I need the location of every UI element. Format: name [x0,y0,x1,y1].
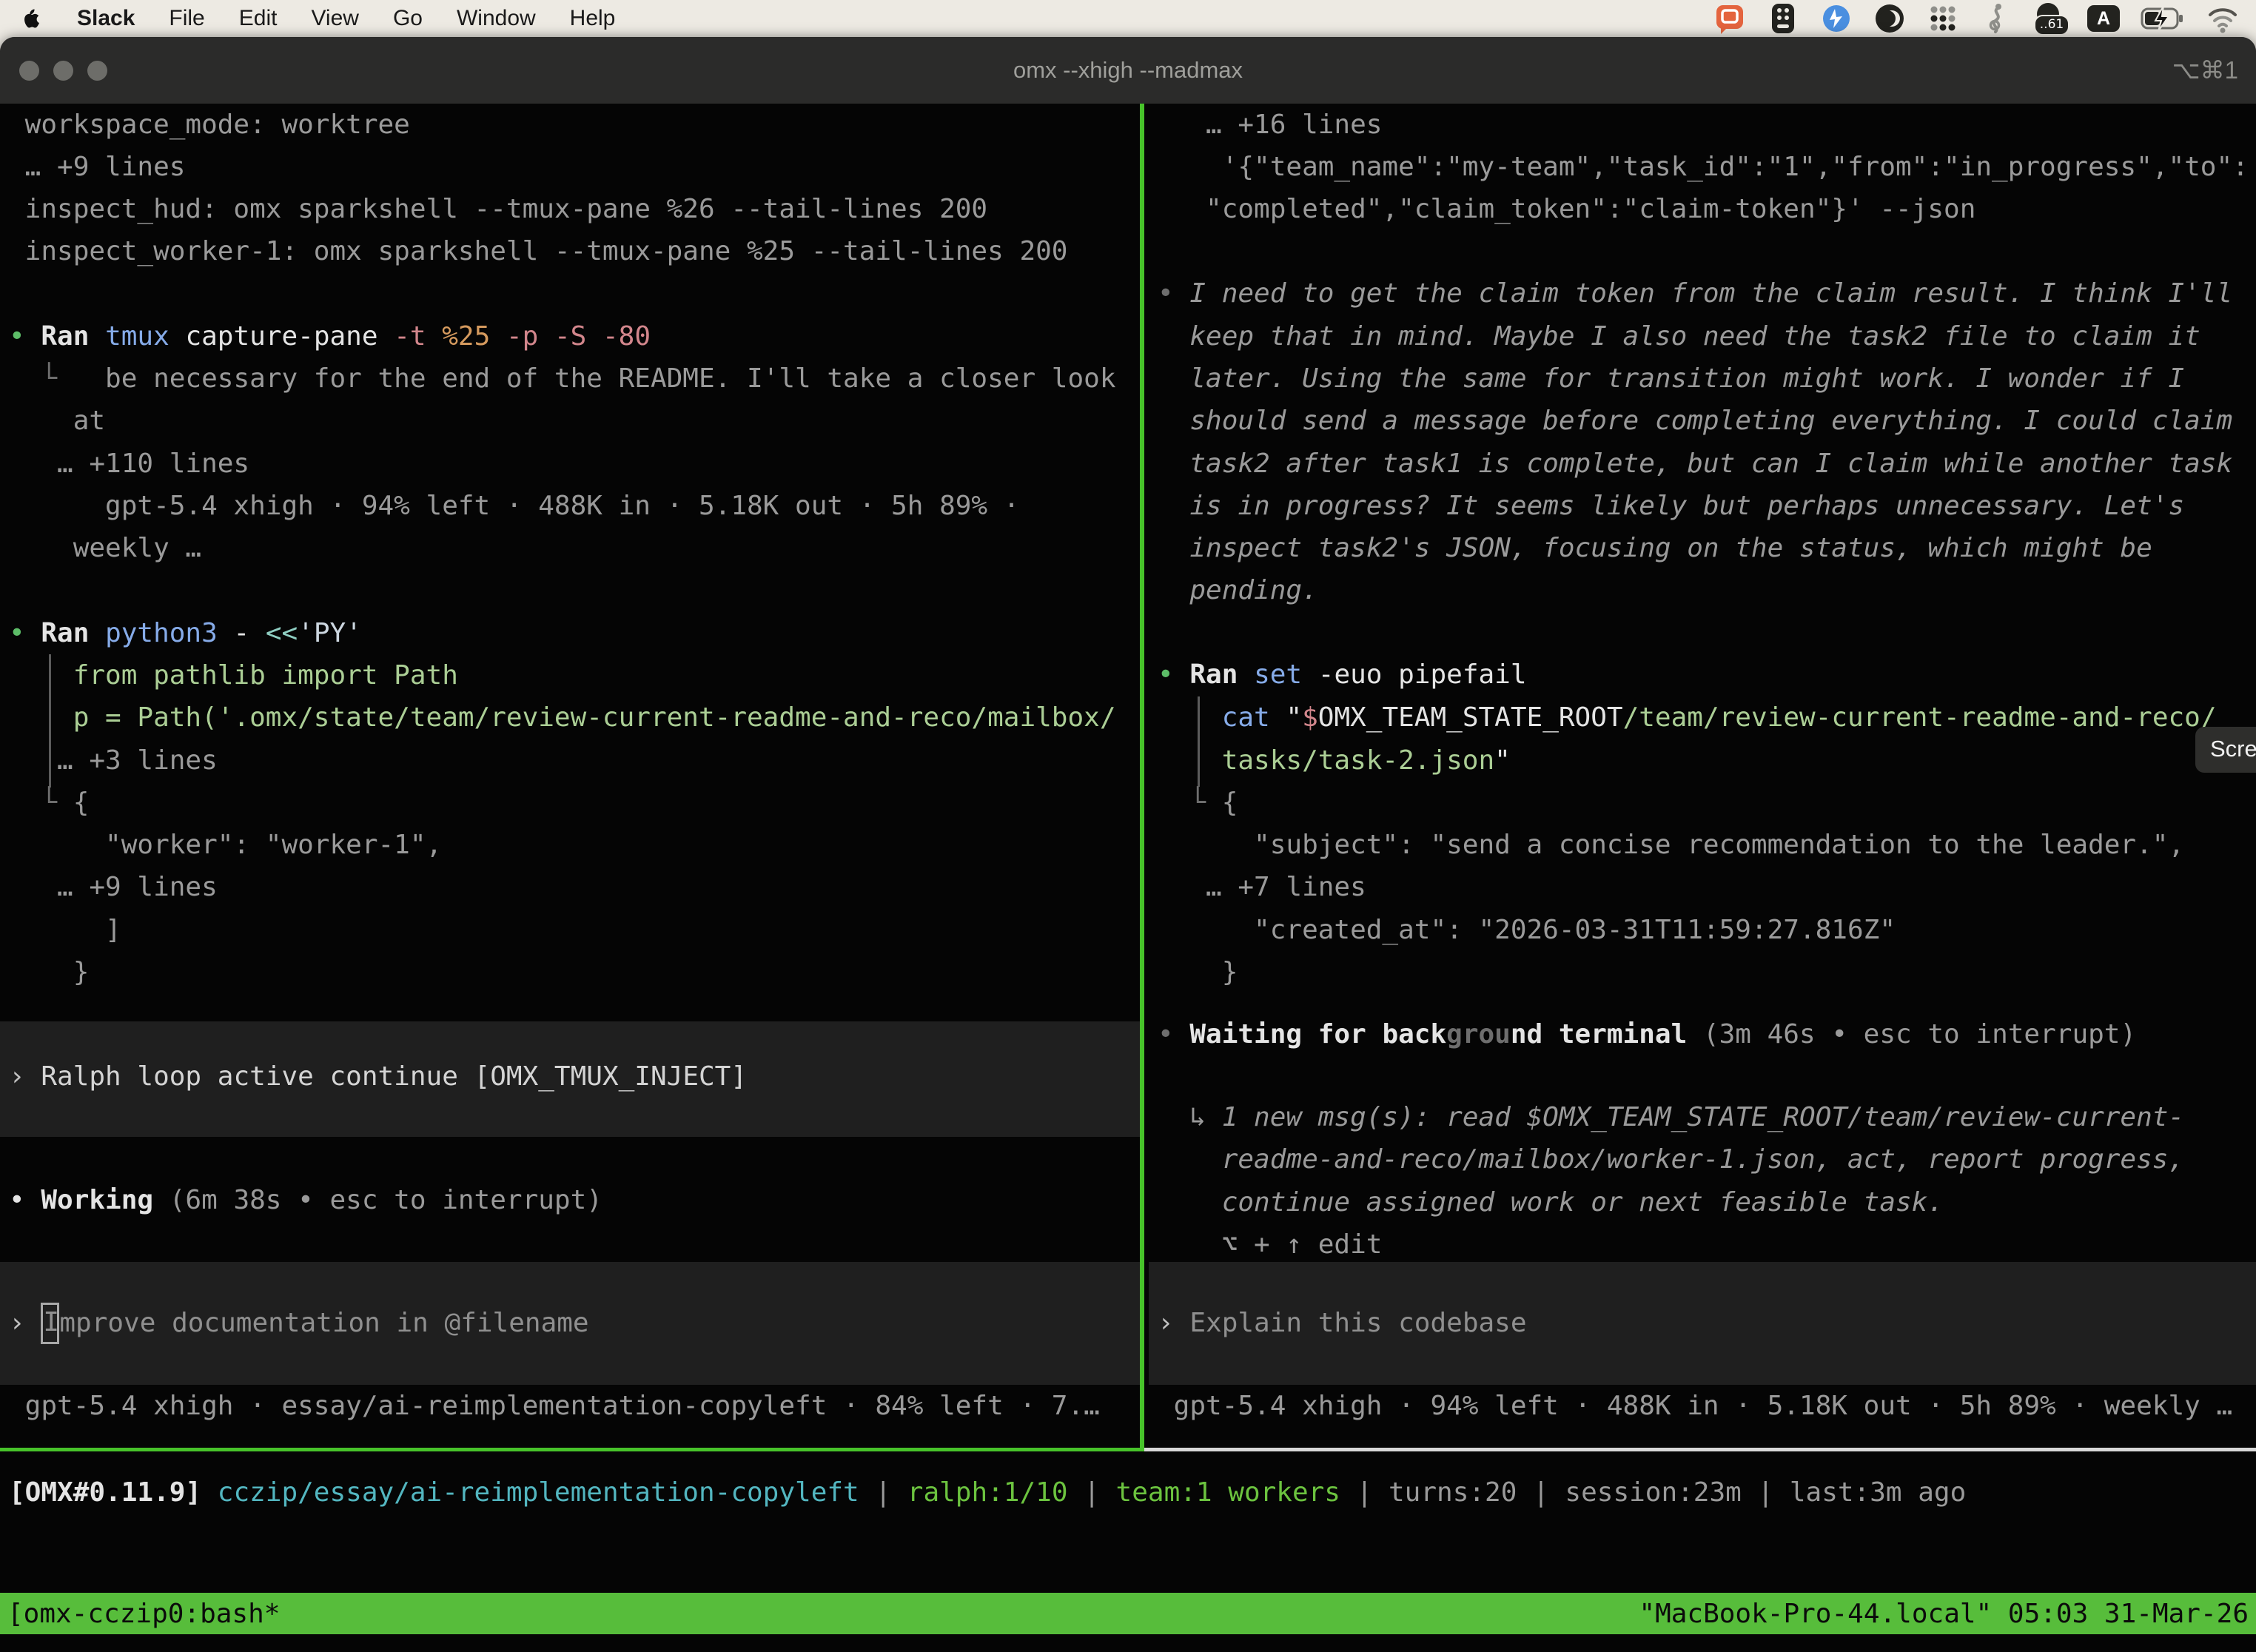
tmux-status-bar: [omx-cczip0:bash* "MacBook-Pro-44.local"… [0,1593,2256,1634]
apple-menu-icon[interactable] [21,6,43,31]
menu-item-file[interactable]: File [169,6,204,31]
window-title-bar: omx --xhigh --madmax ⌥⌘1 [0,37,2256,104]
screenshot-app-icon[interactable] [1713,1,1747,36]
menu-bar-left: Slack File Edit View Go Window Help [0,6,615,31]
battery-charging-icon[interactable] [2139,1,2186,36]
dots-grid-icon[interactable] [1926,1,1960,36]
menu-item-window[interactable]: Window [457,6,536,31]
screen-tooltip: Scre [2195,727,2256,773]
crescent-circle-icon[interactable] [1873,1,1907,36]
pane-divider[interactable] [1140,104,1144,1449]
menu-item-slack[interactable]: Slack [77,6,135,31]
tmux-session-label: [omx-cczip0:bash* [7,1599,280,1629]
hud-status-line: [OMX#0.11.9] cczip/essay/ai-reimplementa… [9,1471,2256,1514]
window-title: omx --xhigh --madmax [0,37,2256,104]
letter-a-icon[interactable]: A [2087,5,2120,32]
keyboard-grid-icon[interactable] [1766,1,1800,36]
menu-item-view[interactable]: View [311,6,358,31]
pane-border-bottom-left [0,1448,1144,1451]
usage-badge-icon[interactable]: ..61 [2032,1,2068,36]
pane-border-bottom-right [1144,1448,2256,1451]
tmux-host-clock: "MacBook-Pro-44.local" 05:03 31-Mar-26 [1639,1599,2249,1629]
usage-badge-label: ..61 [2034,15,2069,36]
terminal-content: workspace_mode: worktree … +9 lines insp… [0,104,2256,1652]
menu-bar-status-icons: ..61 A [1713,1,2256,36]
menu-item-go[interactable]: Go [393,6,423,31]
menu-item-edit[interactable]: Edit [239,6,278,31]
window-shortcut: ⌥⌘1 [2172,37,2238,104]
screen: Slack File Edit View Go Window Help [0,0,2256,1652]
lightning-badge-icon[interactable] [1819,1,1853,36]
pane-hud: [OMX#0.11.9] cczip/essay/ai-reimplementa… [0,104,2256,1517]
terminal-window: omx --xhigh --madmax ⌥⌘1 workspace_mode:… [0,37,2256,1652]
wifi-icon[interactable] [2206,1,2240,36]
menu-bar: Slack File Edit View Go Window Help [0,0,2256,37]
dragon-icon[interactable] [1979,1,2013,36]
menu-items-container: Slack File Edit View Go Window Help [77,6,615,31]
menu-item-help[interactable]: Help [570,6,616,31]
